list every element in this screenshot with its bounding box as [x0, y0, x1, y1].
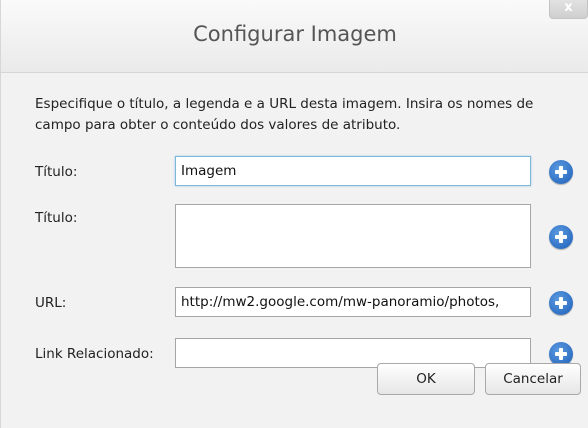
link-relacionado-input[interactable]: [175, 338, 531, 368]
plus-circle-icon: [555, 166, 567, 178]
dialog-description: Especifique o título, a legenda e a URL …: [35, 96, 534, 133]
titulo-label: Título:: [35, 164, 78, 180]
legenda-add-button[interactable]: [549, 225, 573, 249]
dialog-titlebar: Configurar Imagem x: [1, 0, 588, 73]
close-button[interactable]: x: [549, 0, 588, 19]
titulo-add-button[interactable]: [549, 160, 573, 184]
url-input[interactable]: [175, 287, 531, 317]
legenda-textarea[interactable]: [175, 204, 531, 268]
plus-circle-icon: [555, 297, 567, 309]
link-relacionado-label: Link Relacionado:: [35, 346, 154, 362]
url-label: URL:: [35, 295, 67, 311]
plus-circle-icon: [555, 231, 567, 243]
configurar-imagem-dialog: Configurar Imagem x Especifique o título…: [0, 0, 588, 428]
close-icon: x: [564, 0, 573, 15]
url-add-button[interactable]: [549, 291, 573, 315]
dialog-title: Configurar Imagem: [193, 22, 397, 46]
titulo-input[interactable]: [175, 156, 531, 186]
cancel-button[interactable]: Cancelar: [485, 363, 581, 395]
ok-button[interactable]: OK: [377, 363, 475, 395]
legenda-label: Título:: [35, 210, 78, 226]
